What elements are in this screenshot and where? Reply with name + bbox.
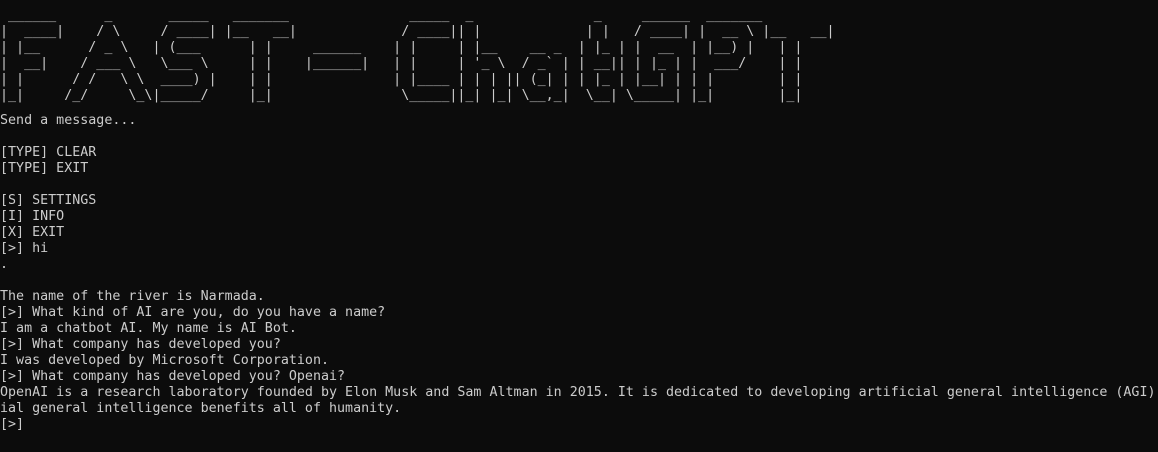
history-line — [0, 273, 1158, 289]
menu-settings: [S] SETTINGS — [0, 193, 97, 208]
command-exit-type: [TYPE] EXIT — [0, 161, 89, 176]
banner-line: | |__ / _ \ | (___ | | ______ | | | |__ … — [0, 40, 803, 55]
history-line: [>] What kind of AI are you, do you have… — [0, 305, 386, 320]
banner-line: |_| /_/ \_\|_____/ |_| \_____||_| |_| \_… — [0, 88, 803, 103]
history-line: OpenAI is a research laboratory founded … — [0, 385, 1156, 400]
intro-prompt: Send a message... — [0, 113, 137, 128]
history-line: The name of the river is Narmada. — [0, 289, 265, 304]
command-clear: [TYPE] CLEAR — [0, 145, 97, 160]
banner-line: | ____| / \ / ____| |__ __| / ____|| | |… — [0, 24, 835, 39]
history-line: [>] hi — [0, 241, 49, 256]
banner-line: ______ _ _____ _______ _____ _ _ ______ … — [0, 8, 763, 23]
history-line: ial general intelligence benefits all of… — [0, 401, 402, 416]
banner-line: | __| / ___ \ \___ \ | | |______| | | | … — [0, 56, 803, 71]
menu-exit: [X] EXIT — [0, 225, 65, 240]
menu-info: [I] INFO — [0, 209, 65, 224]
ascii-banner: ______ _ _____ _______ _____ _ _ ______ … — [0, 8, 835, 104]
input-prompt[interactable]: [>] — [0, 417, 1158, 433]
history-line: [>] What company has developed you? — [0, 337, 281, 352]
history-line: . — [0, 257, 9, 272]
history-line: [>] What company has developed you? Open… — [0, 369, 346, 384]
history-line: I am a chatbot AI. My name is AI Bot. — [0, 321, 297, 336]
history-line: I was developed by Microsoft Corporation… — [0, 353, 329, 368]
terminal-output: Send a message... [TYPE] CLEAR [TYPE] EX… — [0, 113, 1158, 433]
banner-line: | | / / \ \ ____) | | | | |____ | | | ||… — [0, 72, 803, 87]
terminal-window[interactable]: ______ _ _____ _______ _____ _ _ ______ … — [0, 0, 1158, 452]
